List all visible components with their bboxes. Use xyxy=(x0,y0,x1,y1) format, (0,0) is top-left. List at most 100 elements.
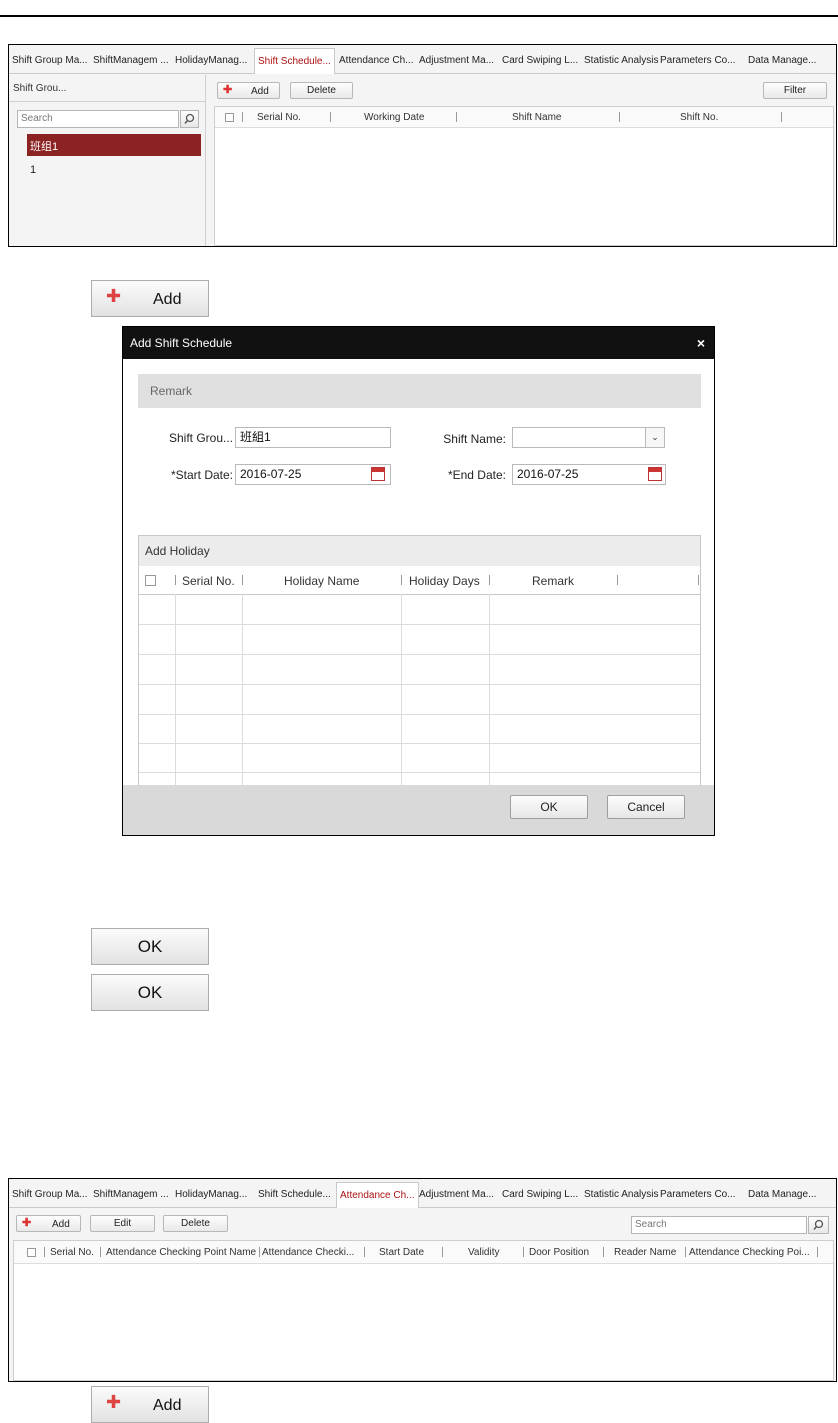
attendance-search-input[interactable]: Search xyxy=(631,1216,807,1234)
tab-shift-management[interactable]: ShiftManagem ... xyxy=(93,1184,169,1206)
add-button[interactable]: ✚ Add xyxy=(16,1215,81,1232)
shift-group-search-input[interactable]: Search xyxy=(17,110,179,128)
chevron-down-icon[interactable]: ⌄ xyxy=(645,427,665,448)
table-header-row: Serial No. Working Date Shift Name Shift… xyxy=(215,107,833,128)
column-separator xyxy=(442,1247,443,1257)
close-icon[interactable]: × xyxy=(697,327,705,359)
add-icon: ✚ xyxy=(106,286,122,306)
tab-shift-management[interactable]: ShiftManagem ... xyxy=(93,50,169,72)
col-start-date[interactable]: Start Date xyxy=(379,1247,424,1258)
tab-holiday-management[interactable]: HolidayManag... xyxy=(175,1184,247,1206)
grid-row-line xyxy=(139,743,700,744)
add-button-large[interactable]: ✚ Add xyxy=(91,1386,209,1423)
col-remark[interactable]: Remark xyxy=(532,574,574,588)
grid-row-line xyxy=(139,654,700,655)
shift-group-item-selected[interactable]: 班组1 xyxy=(27,134,201,156)
shift-group-panel: Shift Grou... Search 班组1 1 xyxy=(9,75,206,246)
column-separator xyxy=(617,575,618,585)
tab-holiday-management[interactable]: HolidayManag... xyxy=(175,50,247,72)
tab-attendance-checking[interactable]: Attendance Ch... xyxy=(339,50,414,72)
col-door-position[interactable]: Door Position xyxy=(529,1247,589,1258)
ok-button[interactable]: OK xyxy=(510,795,588,819)
column-separator xyxy=(44,1247,45,1257)
cancel-button[interactable]: Cancel xyxy=(607,795,685,819)
tab-shift-schedule[interactable]: Shift Schedule... xyxy=(258,1184,331,1206)
select-all-checkbox[interactable] xyxy=(225,113,234,122)
col-serial-no[interactable]: Serial No. xyxy=(257,112,301,123)
col-reader-name[interactable]: Reader Name xyxy=(614,1247,676,1258)
col-shift-name[interactable]: Shift Name xyxy=(512,112,561,123)
col-checking-point-name[interactable]: Attendance Checking Point Name xyxy=(106,1247,256,1258)
tab-card-swiping-log[interactable]: Card Swiping L... xyxy=(502,50,578,72)
col-checking-point-extra[interactable]: Attendance Checking Poi... xyxy=(689,1247,810,1258)
tab-parameters-config[interactable]: Parameters Co... xyxy=(660,50,736,72)
select-all-checkbox[interactable] xyxy=(27,1248,36,1257)
ok-button-large[interactable]: OK xyxy=(91,928,209,965)
shift-group-header: Shift Grou... xyxy=(13,83,67,94)
holiday-table-header: Serial No. Holiday Name Holiday Days Rem… xyxy=(139,566,700,595)
delete-button[interactable]: Delete xyxy=(290,82,353,99)
add-button-large[interactable]: ✚ Add xyxy=(91,280,209,317)
add-icon: ✚ xyxy=(22,1217,32,1229)
col-holiday-days[interactable]: Holiday Days xyxy=(409,574,480,588)
ok-button-large[interactable]: OK xyxy=(91,974,209,1011)
shift-name-select[interactable] xyxy=(512,427,646,448)
grid-row-line xyxy=(139,684,700,685)
tab-adjustment-management[interactable]: Adjustment Ma... xyxy=(419,1184,494,1206)
add-button-label: Add xyxy=(153,1397,182,1414)
calendar-icon[interactable] xyxy=(648,467,662,481)
grid-row-line xyxy=(139,772,700,773)
col-serial-no[interactable]: Serial No. xyxy=(50,1247,94,1258)
table-header-row: Serial No. Attendance Checking Point Nam… xyxy=(14,1241,833,1264)
column-separator xyxy=(781,112,782,122)
shift-group-field[interactable]: 班組1 xyxy=(235,427,391,448)
tab-statistic-analysis[interactable]: Statistic Analysis xyxy=(584,50,658,72)
add-icon: ✚ xyxy=(223,84,233,96)
tab-attendance-checking[interactable]: Attendance Ch... xyxy=(336,1182,419,1208)
add-holiday-header: Add Holiday xyxy=(139,536,700,566)
col-checking-point-type[interactable]: Attendance Checki... xyxy=(262,1247,354,1258)
col-holiday-name[interactable]: Holiday Name xyxy=(284,574,359,588)
add-button[interactable]: ✚ Add xyxy=(217,82,280,99)
column-separator xyxy=(619,112,620,122)
remark-banner: Remark xyxy=(138,374,701,408)
module-tab-bar: Shift Group Ma... ShiftManagem ... Holid… xyxy=(9,45,836,74)
tab-data-management[interactable]: Data Manage... xyxy=(748,1184,816,1206)
column-separator xyxy=(242,112,243,122)
col-working-date[interactable]: Working Date xyxy=(364,112,424,123)
shift-group-item[interactable]: 1 xyxy=(30,164,36,176)
tab-shift-group[interactable]: Shift Group Ma... xyxy=(12,50,88,72)
column-separator xyxy=(523,1247,524,1257)
edit-button[interactable]: Edit xyxy=(90,1215,155,1232)
col-shift-no[interactable]: Shift No. xyxy=(680,112,718,123)
end-date-field[interactable]: 2016-07-25 xyxy=(512,464,666,485)
module-tab-bar: Shift Group Ma... ShiftManagem ... Holid… xyxy=(9,1179,836,1208)
tab-data-management[interactable]: Data Manage... xyxy=(748,50,816,72)
attendance-point-table: Serial No. Attendance Checking Point Nam… xyxy=(13,1240,834,1381)
tab-statistic-analysis[interactable]: Statistic Analysis xyxy=(584,1184,658,1206)
tab-parameters-config[interactable]: Parameters Co... xyxy=(660,1184,736,1206)
search-icon xyxy=(184,113,195,124)
start-date-field[interactable]: 2016-07-25 xyxy=(235,464,391,485)
dialog-title: Add Shift Schedule xyxy=(123,327,714,359)
add-button-label: Add xyxy=(52,1219,70,1230)
search-button[interactable] xyxy=(180,110,199,128)
filter-button[interactable]: Filter xyxy=(763,82,827,99)
calendar-icon[interactable] xyxy=(371,467,385,481)
search-button[interactable] xyxy=(808,1216,829,1234)
col-validity[interactable]: Validity xyxy=(468,1247,500,1258)
select-all-checkbox[interactable] xyxy=(145,575,156,586)
tab-card-swiping-log[interactable]: Card Swiping L... xyxy=(502,1184,578,1206)
col-serial-no[interactable]: Serial No. xyxy=(182,574,235,588)
column-separator xyxy=(401,575,402,585)
add-shift-schedule-dialog: Add Shift Schedule × Remark Shift Grou..… xyxy=(122,326,715,836)
tab-shift-group[interactable]: Shift Group Ma... xyxy=(12,1184,88,1206)
add-button-label: Add xyxy=(153,291,182,308)
tab-shift-schedule[interactable]: Shift Schedule... xyxy=(254,48,335,74)
tab-adjustment-management[interactable]: Adjustment Ma... xyxy=(419,50,494,72)
column-separator xyxy=(259,1247,260,1257)
column-separator xyxy=(242,575,243,585)
column-separator xyxy=(685,1247,686,1257)
column-separator xyxy=(489,575,490,585)
delete-button[interactable]: Delete xyxy=(163,1215,228,1232)
